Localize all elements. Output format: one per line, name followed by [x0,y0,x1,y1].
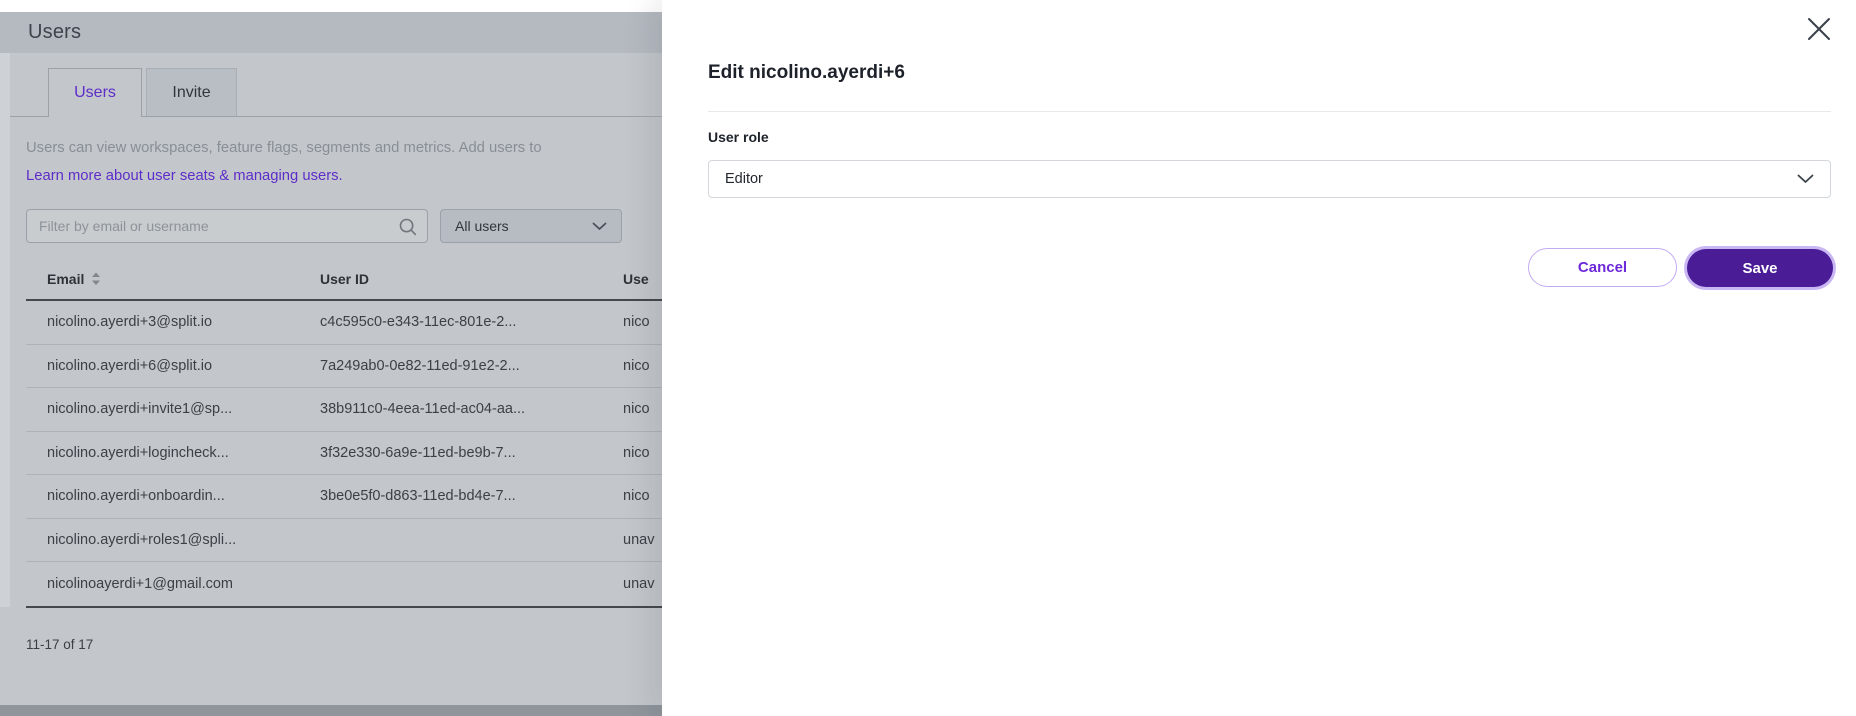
close-icon[interactable] [1802,12,1836,46]
search-box [26,209,428,243]
user-filter-dropdown[interactable]: All users [440,209,622,243]
user-filter-value: All users [455,218,509,234]
cell-user-id: 38b911c0-4eea-11ed-ac04-aa... [320,401,525,417]
cell-email: nicolino.ayerdi+onboardin... [47,488,225,504]
page-title: Users [0,12,662,53]
table-header: Email User ID Use [0,268,662,294]
user-role-label: User role [708,129,769,145]
cell-username: unav [623,576,654,592]
filter-input[interactable] [27,210,427,242]
chevron-down-icon [592,222,607,231]
cell-email: nicolino.ayerdi+3@split.io [47,314,212,330]
cell-email: nicolinoayerdi+1@gmail.com [47,576,233,592]
learn-more-link[interactable]: Learn more about user seats & managing u… [26,168,343,184]
table-row[interactable]: nicolino.ayerdi+onboardin... 3be0e5f0-d8… [26,475,662,519]
tab-invite-label: Invite [172,84,210,102]
cell-username: nico [623,401,650,417]
sort-icon [91,272,101,286]
bottom-strip [0,705,662,716]
modal-divider [708,111,1831,112]
table-row[interactable]: nicolinoayerdi+1@gmail.com unav [26,562,662,606]
cell-email: nicolino.ayerdi+invite1@sp... [47,401,232,417]
table-body: nicolino.ayerdi+3@split.io c4c595c0-e343… [26,301,662,608]
table-row[interactable]: nicolino.ayerdi+invite1@sp... 38b911c0-4… [26,388,662,432]
tab-users-label: Users [74,84,116,102]
cell-user-id: 3f32e330-6a9e-11ed-be9b-7... [320,445,516,461]
column-header-email[interactable]: Email [47,271,101,287]
pagination-label: 11-17 of 17 [26,637,93,652]
table-row[interactable]: nicolino.ayerdi+6@split.io 7a249ab0-0e82… [26,345,662,389]
users-page-content: Users Invite Users can view workspaces, … [0,53,662,705]
users-description: Users can view workspaces, feature flags… [26,140,542,156]
cell-username: nico [623,358,650,374]
search-icon [398,217,418,237]
cell-username: nico [623,314,650,330]
column-header-user-id: User ID [320,271,369,287]
cell-email: nicolino.ayerdi+roles1@spli... [47,532,236,548]
table-row[interactable]: nicolino.ayerdi+roles1@spli... unav [26,519,662,563]
cell-email: nicolino.ayerdi+logincheck... [47,445,229,461]
top-strip [0,0,662,12]
save-button[interactable]: Save [1687,249,1833,287]
chevron-down-icon [1797,174,1814,184]
cell-username: unav [623,532,654,548]
tab-invite[interactable]: Invite [146,68,237,116]
table-row[interactable]: nicolino.ayerdi+logincheck... 3f32e330-6… [26,432,662,476]
user-role-select[interactable]: Editor [708,160,1831,198]
cell-user-id: 7a249ab0-0e82-11ed-91e2-2... [320,358,520,374]
table-row[interactable]: nicolino.ayerdi+3@split.io c4c595c0-e343… [26,301,662,345]
column-header-email-label: Email [47,271,84,287]
users-page: Users Users Invite Users can view worksp… [0,0,662,716]
edit-user-modal: Edit nicolino.ayerdi+6 User role Editor … [662,0,1856,716]
cell-user-id: 3be0e5f0-d863-11ed-bd4e-7... [320,488,516,504]
cell-user-id: c4c595c0-e343-11ec-801e-2... [320,314,516,330]
cell-email: nicolino.ayerdi+6@split.io [47,358,212,374]
modal-title: Edit nicolino.ayerdi+6 [708,62,905,84]
cancel-button[interactable]: Cancel [1528,248,1677,287]
cell-username: nico [623,445,650,461]
left-gutter [0,53,10,607]
column-header-username: Use [623,271,649,287]
cell-username: nico [623,488,650,504]
user-role-value: Editor [725,171,763,187]
tab-users[interactable]: Users [48,68,142,117]
